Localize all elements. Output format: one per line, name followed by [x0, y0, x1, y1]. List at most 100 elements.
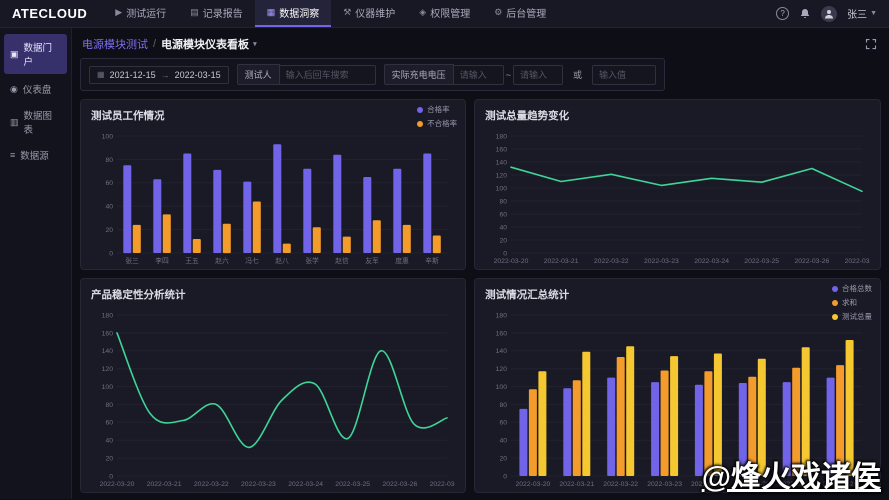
svg-text:100: 100 [496, 384, 508, 391]
sidebar-item-dashboard[interactable]: ◉ 仪表盘 [0, 76, 71, 102]
nav-item-permission[interactable]: ◈ 权限管理 [407, 0, 482, 27]
svg-text:张学: 张学 [305, 256, 319, 265]
svg-text:120: 120 [496, 172, 508, 179]
legend-dot-icon [417, 121, 423, 127]
sidebar-item-label: 仪表盘 [23, 82, 52, 96]
user-name-label: 张三 [847, 6, 867, 21]
svg-text:100: 100 [102, 384, 114, 391]
voltage-min-input[interactable] [454, 65, 504, 85]
bell-icon[interactable] [799, 8, 811, 20]
svg-text:2022-03-24: 2022-03-24 [694, 258, 729, 265]
svg-text:赵八: 赵八 [275, 256, 289, 265]
help-icon[interactable]: ? [776, 7, 789, 20]
breadcrumb-current-label: 电源模块仪表看板 [161, 36, 249, 52]
chart-title: 测试情况汇总统计 [485, 287, 870, 302]
svg-text:2022-03-23: 2022-03-23 [241, 481, 276, 488]
app-logo: ATECLOUD [0, 0, 103, 27]
svg-text:2022-03-26: 2022-03-26 [823, 481, 858, 488]
svg-text:180: 180 [496, 313, 508, 320]
svg-text:20: 20 [105, 456, 113, 463]
or-label: 或 [571, 68, 584, 81]
legend-item[interactable]: 合格总数 [832, 283, 872, 294]
voltage-max-input[interactable] [513, 65, 563, 85]
svg-text:2022-03-26: 2022-03-26 [779, 481, 814, 488]
legend-item[interactable]: 求和 [832, 297, 872, 308]
play-icon: ▶ [115, 7, 122, 18]
svg-text:2022-03-25: 2022-03-25 [735, 481, 770, 488]
nav-item-label: 数据洞察 [279, 5, 319, 20]
legend-item[interactable]: 测试总量 [832, 311, 872, 322]
date-range-picker[interactable]: ▦ 2021-12-15 → 2022-03-15 [89, 66, 229, 84]
breadcrumb-current-dropdown[interactable]: 电源模块仪表看板 ▾ [161, 36, 257, 52]
tester-label: 测试人 [237, 64, 280, 85]
svg-text:140: 140 [496, 159, 508, 166]
svg-text:60: 60 [105, 180, 113, 187]
avatar[interactable] [821, 6, 837, 22]
svg-text:度惠: 度惠 [395, 256, 409, 265]
svg-text:0: 0 [503, 250, 507, 257]
nav-item-admin[interactable]: ⚙ 后台管理 [482, 0, 558, 27]
breadcrumb-parent[interactable]: 电源模块测试 [82, 36, 148, 52]
date-start-value: 2021-12-15 [110, 70, 156, 80]
chart-title: 测试员工作情况 [91, 108, 455, 123]
nav-item-report[interactable]: ▤ 记录报告 [178, 0, 255, 27]
panel-test-summary: 测试情况汇总统计 0204060801001201401601802022-03… [474, 278, 881, 493]
svg-text:60: 60 [105, 420, 113, 427]
value-input[interactable] [592, 65, 656, 85]
shield-icon: ◈ [419, 7, 426, 18]
svg-text:2022-03-22: 2022-03-22 [194, 481, 229, 488]
tilde-separator: ~ [504, 70, 513, 80]
svg-text:140: 140 [496, 349, 508, 356]
sidebar: ▣ 数据门户 ◉ 仪表盘 ▥ 数据图表 ≡ 数据源 [0, 28, 72, 499]
svg-text:160: 160 [102, 331, 114, 338]
nav-item-test-run[interactable]: ▶ 测试运行 [103, 0, 178, 27]
svg-text:2022-03-23: 2022-03-23 [647, 481, 682, 488]
wrench-icon: ⚒ [343, 7, 351, 18]
nav-item-data-insight[interactable]: ▦ 数据洞察 [255, 0, 332, 27]
svg-text:辛斯: 辛斯 [425, 256, 439, 265]
svg-text:140: 140 [102, 349, 114, 356]
nav-item-label: 仪器维护 [355, 5, 395, 20]
svg-text:80: 80 [500, 402, 508, 409]
legend-item[interactable]: 合格率 [417, 104, 457, 115]
chevron-down-icon: ▼ [870, 10, 877, 17]
chart-legend: 合格总数求和测试总量 [832, 283, 872, 325]
legend-item[interactable]: 不合格率 [417, 118, 457, 129]
panel-tester-work-status: 测试员工作情况 020406080100张三李四王五赵六冯七赵八张学赵信友军度惠… [80, 99, 466, 270]
voltage-label: 实际充电电压 [384, 64, 454, 85]
svg-text:2022-03-22: 2022-03-22 [603, 481, 638, 488]
gear-icon: ⚙ [494, 7, 502, 18]
nav-item-instrument[interactable]: ⚒ 仪器维护 [331, 0, 407, 27]
bar-chart-icon: ▥ [10, 117, 19, 128]
nav-item-label: 记录报告 [203, 5, 243, 20]
tester-work-bar-chart: 020406080100张三李四王五赵六冯七赵八张学赵信友军度惠辛斯 [91, 126, 455, 266]
svg-text:2022-03-25: 2022-03-25 [744, 258, 779, 265]
svg-text:2022-03-24: 2022-03-24 [691, 481, 726, 488]
charts-grid: 测试员工作情况 020406080100张三李四王五赵六冯七赵八张学赵信友军度惠… [80, 99, 881, 493]
fullscreen-icon[interactable] [863, 36, 879, 52]
svg-text:友军: 友军 [365, 256, 379, 265]
legend-dot-icon [417, 107, 423, 113]
svg-text:2022-03-20: 2022-03-20 [100, 481, 135, 488]
svg-text:100: 100 [496, 185, 508, 192]
tester-input[interactable] [280, 65, 376, 85]
sidebar-item-data-portal[interactable]: ▣ 数据门户 [4, 34, 67, 74]
svg-text:100: 100 [102, 133, 114, 140]
date-end-value: 2022-03-15 [175, 70, 221, 80]
sidebar-item-data-charts[interactable]: ▥ 数据图表 [0, 102, 71, 142]
svg-text:40: 40 [500, 224, 508, 231]
svg-text:2022-03-20: 2022-03-20 [494, 258, 529, 265]
svg-text:20: 20 [500, 456, 508, 463]
user-menu[interactable]: 张三 ▼ [847, 6, 877, 21]
svg-text:160: 160 [496, 331, 508, 338]
breadcrumb-separator: / [153, 38, 156, 50]
svg-text:60: 60 [500, 420, 508, 427]
legend-dot-icon [832, 286, 838, 292]
content-area: 电源模块测试 / 电源模块仪表看板 ▾ ▦ 2021-12-15 → 2022-… [72, 28, 889, 499]
svg-text:2022-03-21: 2022-03-21 [559, 481, 594, 488]
chevron-down-icon: ▾ [253, 40, 257, 48]
sidebar-item-data-source[interactable]: ≡ 数据源 [0, 142, 71, 168]
nav-item-label: 后台管理 [506, 5, 546, 20]
svg-text:2022-03-25: 2022-03-25 [335, 481, 370, 488]
svg-text:李四: 李四 [155, 256, 169, 265]
